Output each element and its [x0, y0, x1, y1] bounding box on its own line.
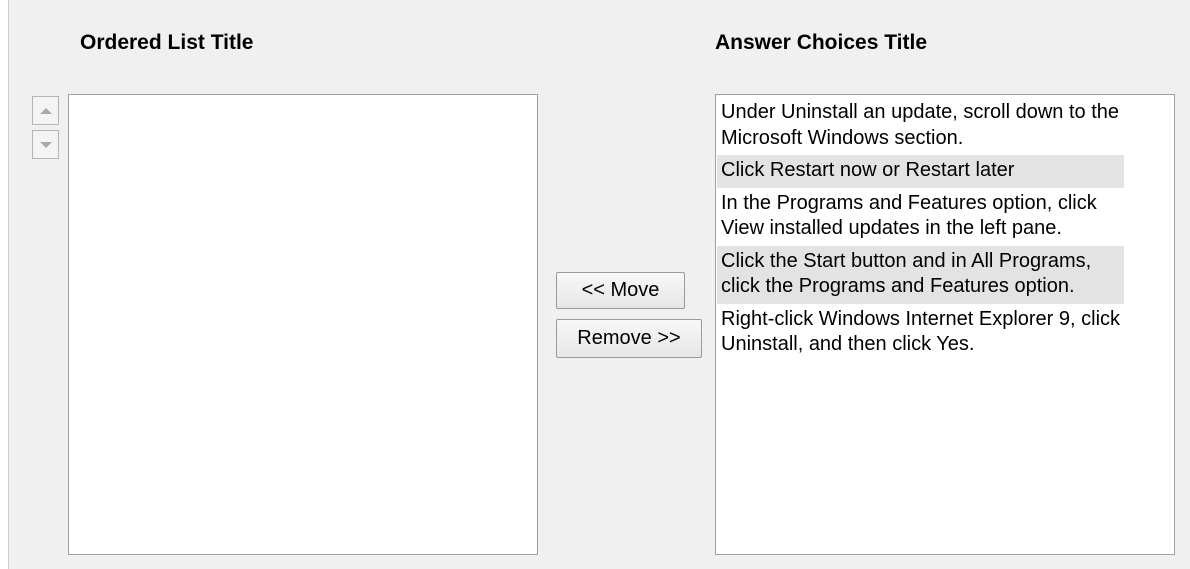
ordered-list-box[interactable]	[68, 94, 538, 555]
answer-choice-item[interactable]: In the Programs and Features option, cli…	[717, 188, 1124, 246]
answer-choice-item[interactable]: Under Uninstall an update, scroll down t…	[717, 97, 1124, 155]
ordered-list-title: Ordered List Title	[80, 31, 254, 54]
answer-choices-list[interactable]: Under Uninstall an update, scroll down t…	[715, 94, 1175, 555]
move-up-button[interactable]	[32, 96, 59, 125]
triangle-down-icon	[39, 141, 52, 148]
triangle-up-icon	[39, 107, 52, 114]
move-down-button[interactable]	[32, 130, 59, 159]
answer-choices-title: Answer Choices Title	[715, 31, 928, 54]
answer-choice-item[interactable]: Click the Start button and in All Progra…	[717, 245, 1124, 304]
remove-button[interactable]: Remove >>	[556, 319, 702, 358]
answer-choice-item[interactable]: Click Restart now or Restart later	[717, 155, 1124, 188]
move-button[interactable]: << Move	[556, 272, 685, 309]
answer-choice-item[interactable]: Right-click Windows Internet Explorer 9,…	[717, 304, 1124, 362]
